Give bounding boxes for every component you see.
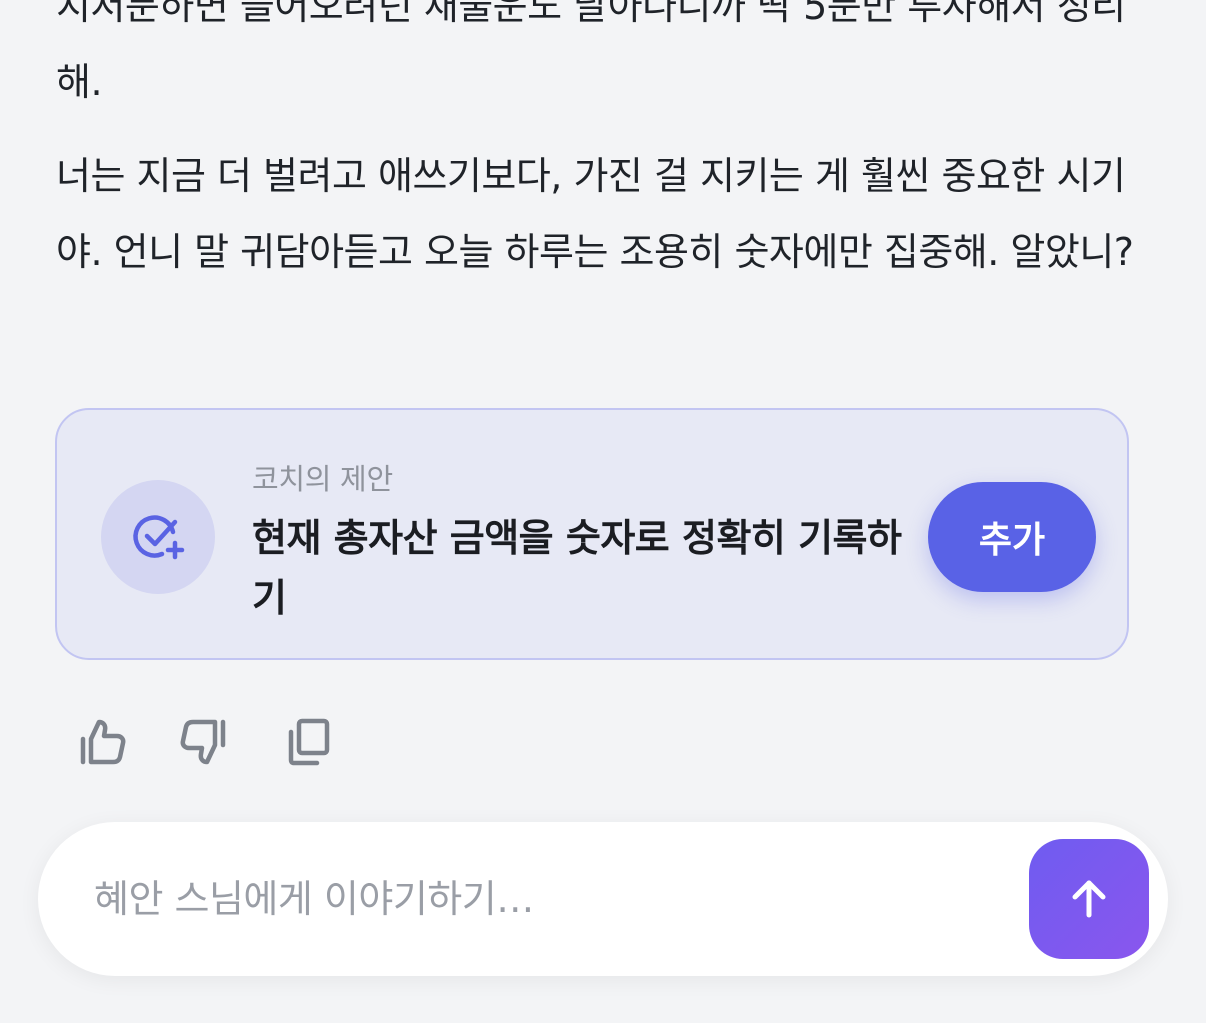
message-paragraph: 지저분하면 들어오려던 재물운도 달아나니까 딱 5분만 투자해서 정리해. xyxy=(56,0,1126,104)
copy-icon[interactable] xyxy=(280,713,338,771)
thumbs-down-icon[interactable] xyxy=(176,713,234,771)
assistant-message: 지저분하면 들어오려던 재물운도 달아나니까 딱 5분만 투자해서 정리해. 너… xyxy=(56,0,1136,308)
arrow-up-icon xyxy=(1065,875,1113,923)
send-button[interactable] xyxy=(1029,839,1149,959)
message-actions xyxy=(72,712,338,772)
message-composer xyxy=(38,822,1168,976)
check-circle-plus-icon xyxy=(101,480,215,594)
message-input[interactable] xyxy=(92,858,996,940)
message-paragraph: 너는 지금 더 벌려고 애쓰기보다, 가진 걸 지키는 게 훨씬 중요한 시기야… xyxy=(56,154,1134,274)
coach-suggestion-card: 코치의 제안 현재 총자산 금액을 숫자로 정확히 기록하기 추가 xyxy=(55,408,1129,660)
add-suggestion-button[interactable]: 추가 xyxy=(928,482,1096,592)
chat-screen: 지저분하면 들어오려던 재물운도 달아나니까 딱 5분만 투자해서 정리해. 너… xyxy=(0,0,1206,1023)
suggestion-title: 현재 총자산 금액을 숫자로 정확히 기록하기 xyxy=(252,516,902,620)
suggestion-label: 코치의 제안 xyxy=(252,462,393,496)
thumbs-up-icon[interactable] xyxy=(72,713,130,771)
